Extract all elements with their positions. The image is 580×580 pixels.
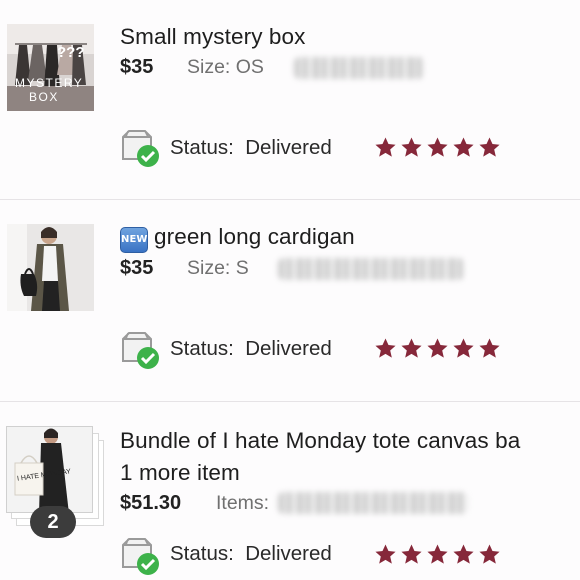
redacted-seller (278, 258, 464, 280)
item-count-badge: 2 (30, 506, 76, 538)
rating-stars (374, 337, 501, 360)
star-icon (427, 338, 448, 358)
redacted-seller (294, 57, 424, 79)
order-price: $35 (120, 56, 154, 78)
thumb-text: ??? (57, 44, 85, 61)
star-icon (427, 544, 448, 564)
star-icon (479, 137, 500, 157)
status-text: Status: Delivered (170, 136, 332, 160)
items-label: Items: (216, 492, 270, 514)
order-price: $35 (120, 257, 154, 279)
size-label: Size: OS (187, 56, 264, 78)
star-icon (375, 137, 396, 157)
star-icon (453, 137, 474, 157)
status-text: Status: Delivered (170, 337, 332, 361)
star-icon (453, 338, 474, 358)
size-label: Size: S (187, 257, 249, 279)
thumb-text: MYSTERY (15, 76, 84, 90)
status-value: Delivered (245, 136, 332, 159)
order-title[interactable]: NEW green long cardigan (120, 224, 355, 253)
star-icon (401, 544, 422, 564)
star-icon (453, 544, 474, 564)
status-label: Status: (170, 337, 234, 360)
rating-stars (374, 543, 501, 566)
order-card[interactable]: NEW green long cardigan $35 Size: S Statu… (0, 200, 580, 401)
star-icon (479, 338, 500, 358)
delivered-box-icon (120, 128, 160, 168)
order-title-text: green long cardigan (154, 224, 355, 249)
star-icon (375, 544, 396, 564)
order-card[interactable]: I HATE MONDAY 2 Bundle of I hate Monday … (0, 402, 580, 580)
status-label: Status: (170, 136, 234, 159)
status-text: Status: Delivered (170, 542, 332, 566)
status-label: Status: (170, 542, 234, 565)
star-icon (427, 137, 448, 157)
new-badge-icon: NEW (120, 227, 148, 253)
redacted-items (278, 492, 468, 514)
order-title[interactable]: Small mystery box (120, 24, 306, 50)
delivered-box-icon (120, 330, 160, 370)
order-title[interactable]: Bundle of I hate Monday tote canvas ba (120, 428, 520, 454)
order-title-line2: 1 more item (120, 460, 240, 485)
rating-stars (374, 136, 501, 159)
order-price: $51.30 (120, 492, 182, 514)
star-icon (375, 338, 396, 358)
product-thumbnail[interactable] (7, 224, 94, 311)
status-value: Delivered (245, 542, 332, 565)
star-icon (479, 544, 500, 564)
status-value: Delivered (245, 337, 332, 360)
star-icon (401, 338, 422, 358)
product-thumbnail[interactable]: ??? MYSTERY BOX (7, 24, 94, 111)
thumb-text: BOX (29, 90, 59, 104)
order-card[interactable]: ??? MYSTERY BOX Small mystery box $35 Si… (0, 0, 580, 199)
delivered-box-icon (120, 536, 160, 576)
star-icon (401, 137, 422, 157)
product-thumbnail: I HATE MONDAY (6, 426, 93, 513)
